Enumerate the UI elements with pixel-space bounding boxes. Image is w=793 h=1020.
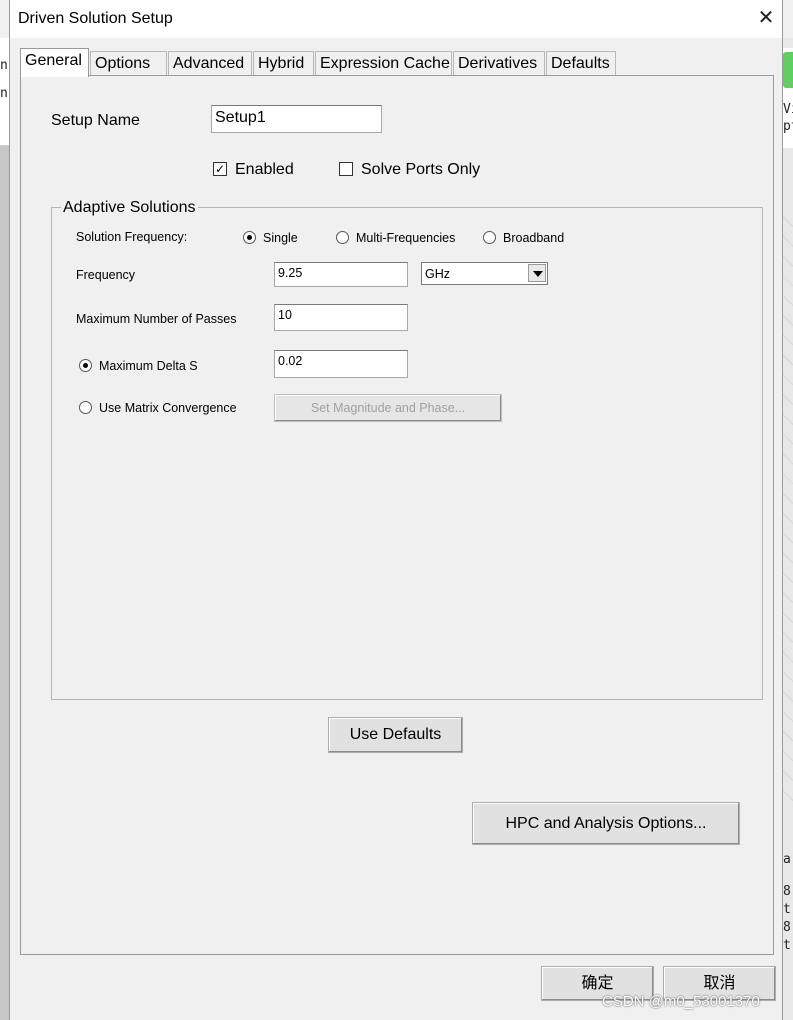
use-matrix-convergence-label: Use Matrix Convergence [99, 401, 237, 415]
single-radio[interactable] [243, 231, 256, 244]
tab-expression-cache[interactable]: Expression Cache [315, 51, 452, 76]
single-label: Single [263, 231, 298, 245]
max-passes-input[interactable]: 10 [274, 304, 408, 331]
checkmark-icon: ✓ [214, 162, 226, 176]
tab-hybrid[interactable]: Hybrid [253, 51, 314, 76]
dialog-title: Driven Solution Setup [18, 10, 173, 27]
enabled-checkbox[interactable]: ✓ [213, 162, 227, 176]
background-text: t [783, 938, 791, 953]
radio-selected-dot [247, 235, 252, 240]
background-text: a: [783, 852, 793, 867]
multi-frequencies-label: Multi-Frequencies [356, 231, 456, 245]
background-text: 8 [783, 920, 791, 935]
use-defaults-button[interactable]: Use Defaults [328, 717, 463, 753]
frequency-input[interactable]: 9.25 [274, 262, 408, 287]
tab-derivatives[interactable]: Derivatives [453, 51, 545, 76]
max-delta-s-radio[interactable] [79, 359, 92, 372]
broadband-radio[interactable] [483, 231, 496, 244]
enabled-label: Enabled [235, 161, 294, 178]
tab-options[interactable]: Options [90, 51, 167, 76]
max-delta-s-input[interactable]: 0.02 [274, 350, 408, 378]
tab-general[interactable]: General [20, 48, 89, 77]
background-text: n [0, 86, 8, 101]
solution-frequency-label: Solution Frequency: [76, 230, 188, 244]
view-cube-icon [783, 52, 793, 88]
background-text: t [783, 902, 791, 917]
background-grid [782, 210, 793, 810]
setup-name-label: Setup Name [51, 112, 140, 129]
watermark: CSDN @m0_53001370 [602, 993, 760, 1010]
multi-frequencies-radio[interactable] [336, 231, 349, 244]
title-bar[interactable]: Driven Solution Setup ✕ [10, 0, 782, 38]
frequency-unit-select[interactable]: GHz [421, 262, 548, 285]
max-passes-label: Maximum Number of Passes [76, 312, 237, 326]
frequency-label: Frequency [76, 268, 136, 282]
solve-ports-only-label: Solve Ports Only [361, 161, 481, 178]
adaptive-solutions-title: Adaptive Solutions [61, 199, 198, 217]
tab-defaults[interactable]: Defaults [546, 51, 616, 76]
set-magnitude-phase-button[interactable]: Set Magnitude and Phase... [274, 394, 502, 422]
tab-advanced[interactable]: Advanced [168, 51, 252, 76]
background-text: n [0, 58, 8, 73]
radio-selected-dot [83, 363, 88, 368]
setup-name-input[interactable]: Setup1 [211, 105, 382, 133]
max-delta-s-label: Maximum Delta S [99, 359, 198, 373]
frequency-unit-value: GHz [425, 267, 450, 281]
background-app-left [0, 38, 9, 1020]
background-text: pt [783, 119, 793, 134]
background-text: Vi [783, 102, 793, 117]
broadband-label: Broadband [503, 231, 565, 245]
use-matrix-convergence-radio[interactable] [79, 401, 92, 414]
chevron-down-icon[interactable] [528, 264, 546, 282]
hpc-analysis-options-button[interactable]: HPC and Analysis Options... [472, 802, 740, 845]
close-icon[interactable]: ✕ [754, 6, 778, 30]
solve-ports-only-checkbox[interactable] [339, 162, 353, 176]
background-text: 8 [783, 884, 791, 899]
